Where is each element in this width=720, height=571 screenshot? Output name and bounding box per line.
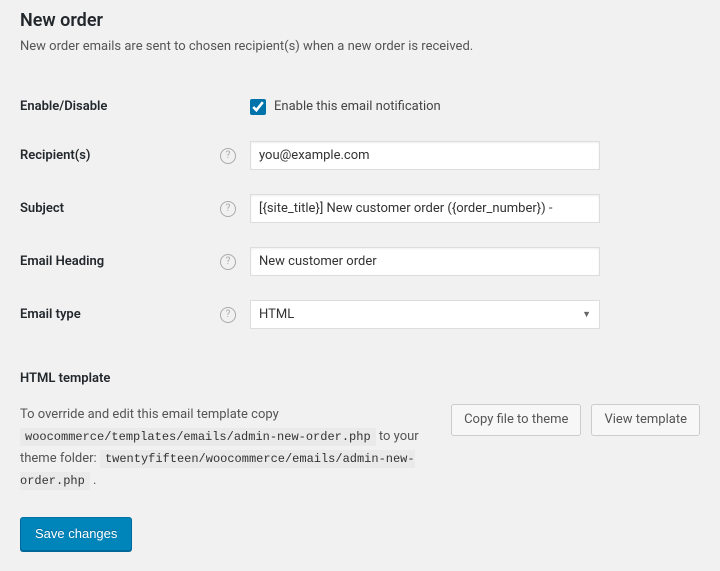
template-heading: HTML template bbox=[20, 371, 700, 386]
subject-input[interactable] bbox=[250, 194, 600, 223]
template-section: HTML template To override and edit this … bbox=[20, 371, 700, 492]
subject-label: Subject bbox=[20, 182, 220, 235]
email-type-value: HTML bbox=[259, 307, 294, 322]
help-icon[interactable]: ? bbox=[220, 201, 236, 217]
help-icon[interactable]: ? bbox=[220, 148, 236, 164]
template-description: To override and edit this email template… bbox=[20, 404, 431, 492]
view-template-button[interactable]: View template bbox=[591, 404, 700, 436]
recipients-label: Recipient(s) bbox=[20, 129, 220, 182]
settings-form: Enable/Disable Enable this email notific… bbox=[20, 84, 700, 341]
save-changes-button[interactable]: Save changes bbox=[20, 517, 132, 551]
template-source-path: woocommerce/templates/emails/admin-new-o… bbox=[20, 428, 376, 446]
copy-file-button[interactable]: Copy file to theme bbox=[451, 404, 581, 436]
enable-checkbox[interactable] bbox=[250, 99, 266, 115]
email-type-select[interactable]: HTML ▼ bbox=[250, 300, 600, 329]
email-heading-input[interactable] bbox=[250, 247, 600, 276]
help-icon[interactable]: ? bbox=[220, 307, 236, 323]
enable-label: Enable/Disable bbox=[20, 84, 220, 129]
page-description: New order emails are sent to chosen reci… bbox=[20, 39, 700, 54]
enable-checkbox-label[interactable]: Enable this email notification bbox=[274, 99, 441, 114]
page-title: New order bbox=[20, 10, 700, 31]
email-heading-label: Email Heading bbox=[20, 235, 220, 288]
chevron-down-icon: ▼ bbox=[582, 309, 591, 320]
recipients-input[interactable] bbox=[250, 141, 600, 170]
help-icon[interactable]: ? bbox=[220, 254, 236, 270]
email-type-label: Email type bbox=[20, 288, 220, 341]
